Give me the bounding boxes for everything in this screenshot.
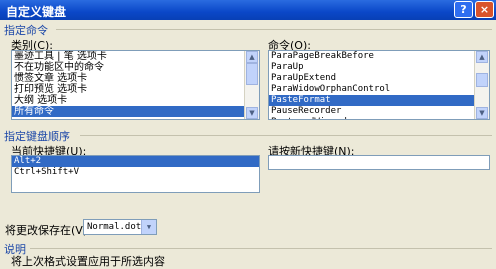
command-item[interactable]: PasteFormat [269, 95, 489, 106]
title-bar: 自定义键盘 ? × [0, 0, 496, 20]
command-item[interactable]: PostcardWizard [269, 117, 489, 119]
chevron-down-icon[interactable]: ▼ [141, 220, 156, 234]
window-title: 自定义键盘 [6, 5, 67, 19]
save-in-select[interactable]: Normal.dotm ▼ [83, 219, 157, 235]
shortcut-item[interactable]: Alt+2 [12, 156, 259, 167]
scroll-up-icon[interactable]: ▲ [246, 51, 258, 63]
categories-listbox[interactable]: 墨迹工具 | 笔 选项卡 不在功能区中的命令 惯签文章 选项卡 打印预览 选项卡 大纲 … [11, 50, 260, 120]
section-specify-command: 指定命令 [4, 24, 48, 37]
category-item[interactable]: 不在功能区中的命令 [12, 62, 259, 73]
save-in-value: Normal.dotm [87, 222, 147, 232]
command-item[interactable]: ParaPageBreakBefore [269, 51, 489, 62]
scroll-down-icon[interactable]: ▼ [246, 107, 258, 119]
save-in-label: 将更改保存在(V): [5, 224, 91, 237]
category-item[interactable]: 大纲 选项卡 [12, 95, 259, 106]
category-item[interactable]: 所有命令 [12, 106, 259, 117]
help-button[interactable]: ? [454, 1, 473, 18]
command-item[interactable]: ParaWidowOrphanControl [269, 84, 489, 95]
category-item[interactable]: 墨迹工具 | 笔 选项卡 [12, 51, 259, 62]
new-key-input[interactable] [268, 155, 490, 170]
command-item[interactable]: PauseRecorder [269, 106, 489, 117]
shortcut-item[interactable]: Ctrl+Shift+V [12, 167, 259, 178]
scroll-thumb[interactable] [246, 63, 258, 85]
section-divider [56, 29, 492, 30]
scroll-down-icon[interactable]: ▼ [476, 107, 488, 119]
scroll-thumb[interactable] [476, 73, 488, 87]
current-keys-listbox[interactable]: Alt+2 Ctrl+Shift+V [11, 155, 260, 193]
command-item[interactable]: ParaUpExtend [269, 73, 489, 84]
categories-scrollbar[interactable]: ▲ ▼ [244, 51, 259, 119]
category-item[interactable]: 打印预览 选项卡 [12, 84, 259, 95]
category-item[interactable]: 惯签文章 选项卡 [12, 73, 259, 84]
scroll-up-icon[interactable]: ▲ [476, 51, 488, 63]
section-key-sequence: 指定键盘顺序 [4, 130, 70, 143]
commands-listbox[interactable]: ParaPageBreakBefore ParaUp ParaUpExtend Par… [268, 50, 490, 120]
command-item[interactable]: ParaUp [269, 62, 489, 73]
description-text: 将上次格式设置应用于所选内容 [11, 255, 165, 268]
category-item[interactable] [12, 117, 259, 119]
section-divider [80, 135, 492, 136]
close-button[interactable]: × [475, 1, 494, 18]
section-divider [30, 248, 492, 249]
commands-scrollbar[interactable]: ▲ ▼ [474, 51, 489, 119]
